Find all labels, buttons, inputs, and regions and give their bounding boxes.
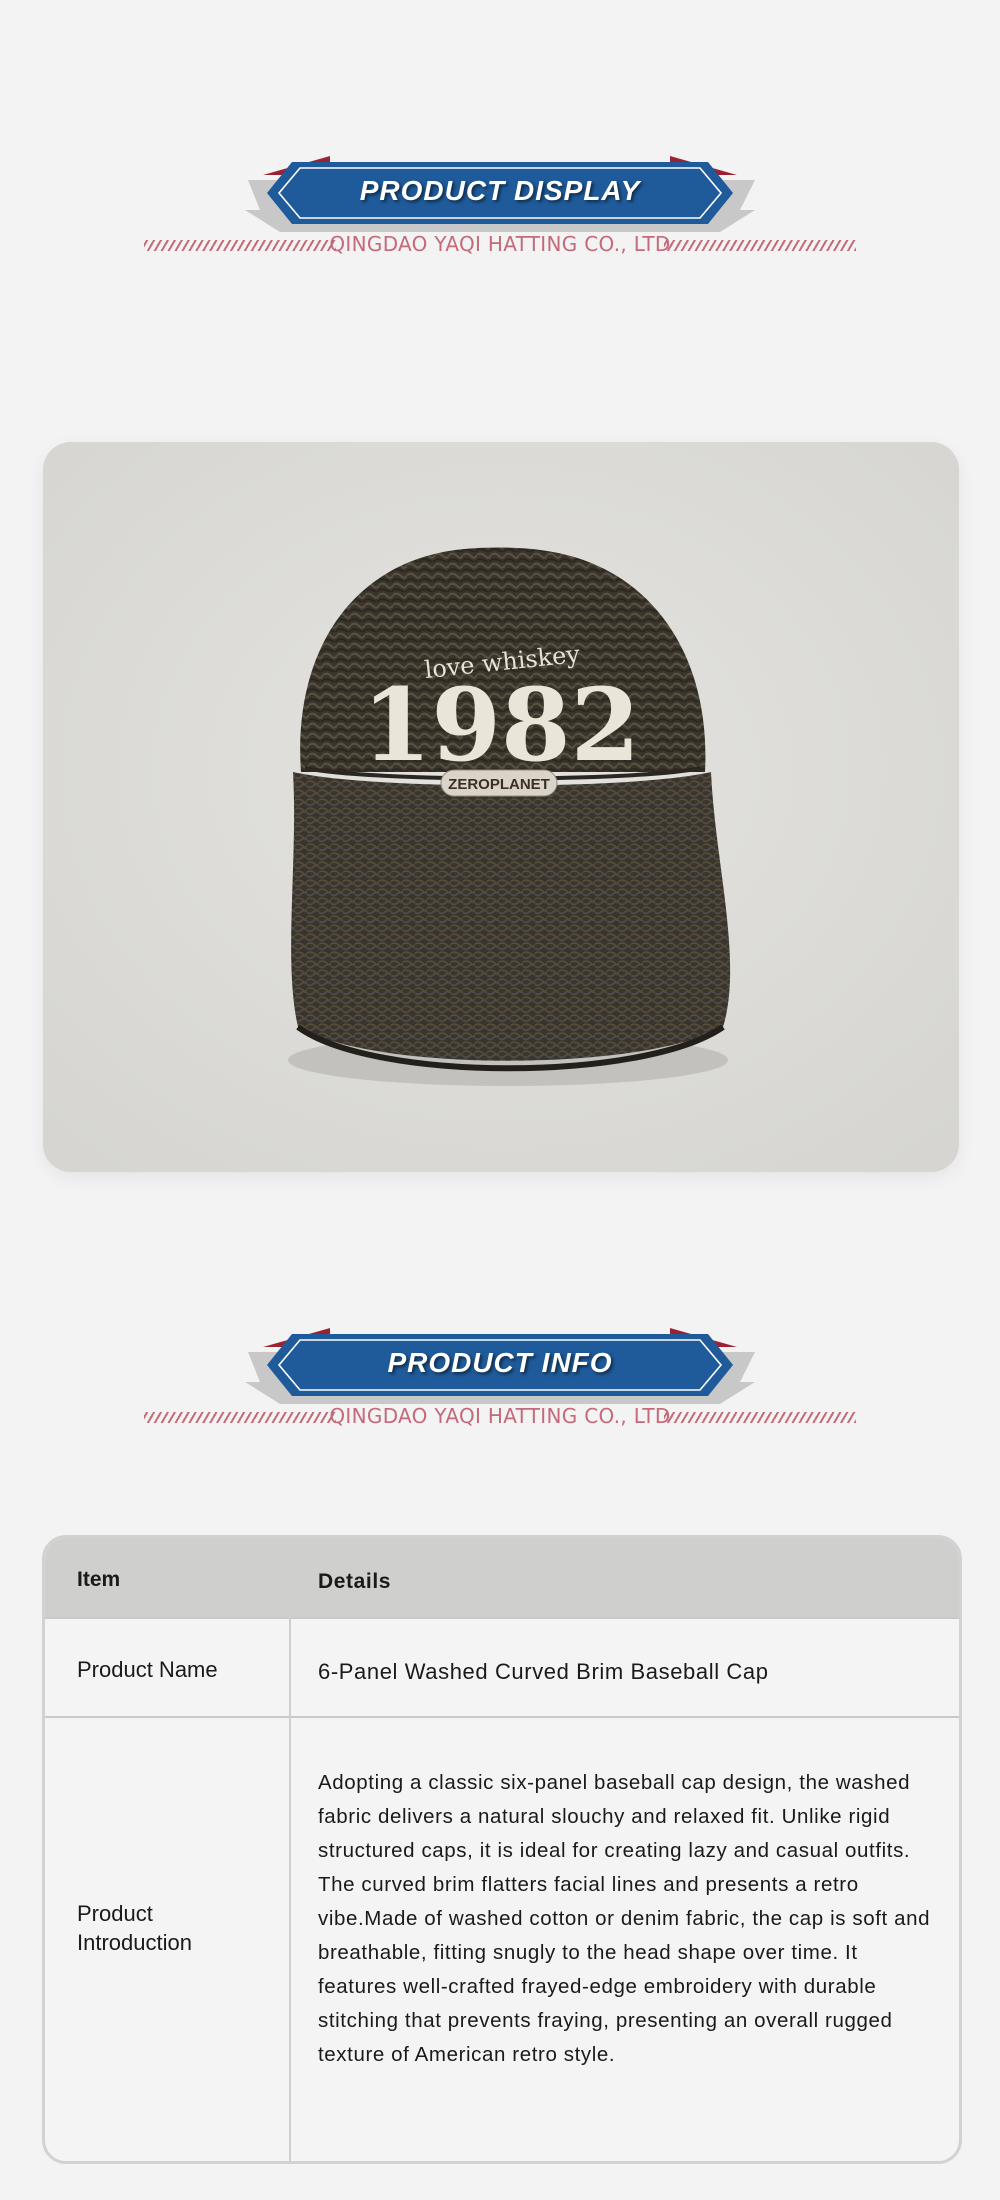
cap-patch-text: ZEROPLANET	[448, 776, 550, 793]
section-banner-info: PRODUCT INFO QINGDAO YAQI HATTING CO., L…	[0, 1322, 1000, 1432]
table-header-row: Item Details	[45, 1538, 959, 1617]
row-label-product-introduction: Product Introduction	[77, 1901, 192, 1955]
section-title-info: PRODUCT INFO	[387, 1347, 613, 1378]
hatch-right	[664, 1412, 856, 1423]
product-info-table: Item Details Product Name 6-Panel Washed…	[42, 1535, 962, 2164]
product-photo: love whiskey 1982 ZEROPLANET	[43, 442, 959, 1172]
table-row: Product Name 6-Panel Washed Curved Brim …	[45, 1617, 959, 1718]
column-divider	[289, 1538, 291, 2161]
row-label-product-name: Product Name	[77, 1657, 218, 1682]
row-value-product-name: 6-Panel Washed Curved Brim Baseball Cap	[318, 1659, 769, 1684]
header-details: Details	[318, 1570, 392, 1593]
cap-number-text: 1982	[362, 666, 640, 784]
row-value-product-introduction: Adopting a classic six-panel baseball ca…	[318, 1771, 931, 2066]
section-banner-display: PRODUCT DISPLAY QINGDAO YAQI HATTING CO.…	[0, 150, 1000, 260]
baseball-cap-image: love whiskey 1982 ZEROPLANET	[43, 442, 959, 1172]
hatch-right	[664, 240, 856, 251]
header-item: Item	[77, 1568, 121, 1591]
table-row: Product Introduction Adopting a classic …	[45, 1716, 959, 2161]
section-title-display: PRODUCT DISPLAY	[359, 175, 641, 206]
